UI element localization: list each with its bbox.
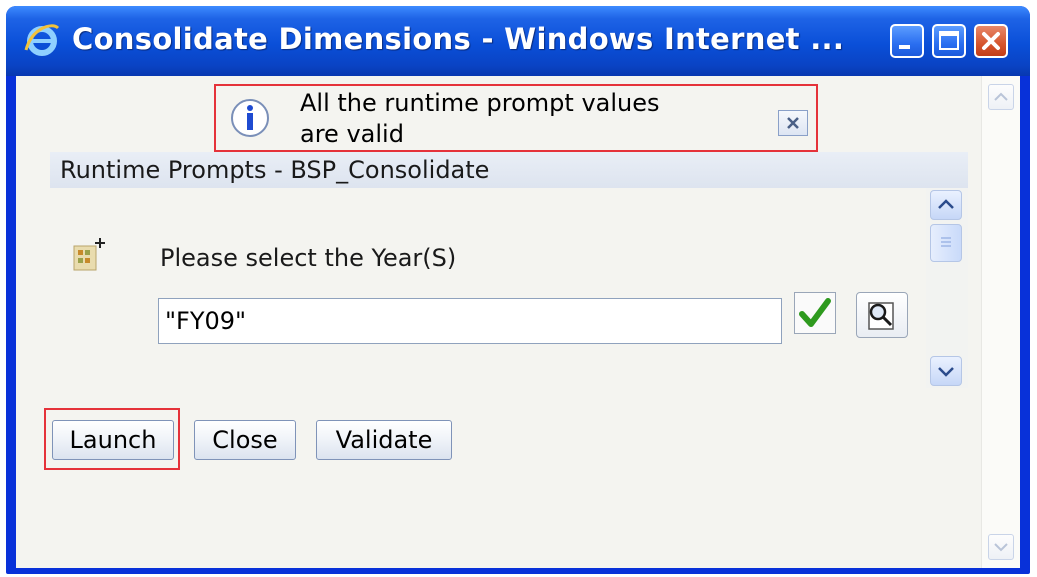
chevron-up-icon	[994, 92, 1008, 101]
browser-window: Consolidate Dimensions - Windows Interne…	[6, 6, 1030, 574]
validate-prompt-button[interactable]	[794, 292, 836, 334]
prompt-scroll-thumb[interactable]	[930, 224, 962, 262]
close-button[interactable]: Close	[194, 420, 296, 460]
minimize-icon	[899, 45, 910, 49]
minimize-button[interactable]	[890, 24, 924, 58]
internet-explorer-icon	[24, 24, 60, 56]
chevron-up-icon	[938, 199, 954, 209]
chevron-down-icon	[938, 367, 954, 377]
maximize-icon	[939, 31, 959, 50]
dialog-content: All the runtime prompt values are valid …	[16, 76, 1020, 568]
prompt-scroll-up-button[interactable]	[930, 190, 962, 220]
year-input[interactable]	[158, 298, 782, 344]
prompt-scroll-down-button[interactable]	[930, 356, 962, 386]
page-scroll-up-button[interactable]	[988, 84, 1014, 110]
window-title: Consolidate Dimensions - Windows Interne…	[72, 22, 845, 56]
close-window-button[interactable]	[974, 24, 1008, 58]
title-bar[interactable]: Consolidate Dimensions - Windows Interne…	[6, 6, 1030, 76]
chevron-down-icon	[994, 543, 1008, 552]
close-x-icon	[787, 117, 799, 129]
close-icon	[982, 32, 1000, 50]
grip-icon	[941, 237, 951, 247]
prompt-label: Please select the Year(S)	[160, 244, 457, 272]
validation-message: All the runtime prompt values are valid	[214, 84, 818, 152]
page-scrollbar[interactable]	[981, 76, 1020, 568]
section-title: Runtime Prompts - BSP_Consolidate	[60, 156, 490, 184]
member-select-icon	[73, 238, 105, 271]
message-line-1: All the runtime prompt values	[300, 89, 660, 117]
launch-button[interactable]: Launch	[52, 420, 174, 460]
checkmark-icon	[799, 298, 831, 327]
maximize-button[interactable]	[932, 24, 966, 58]
message-text: All the runtime prompt values are valid	[300, 88, 660, 150]
dismiss-message-button[interactable]	[778, 110, 808, 136]
section-header: Runtime Prompts - BSP_Consolidate	[50, 152, 968, 188]
validate-button[interactable]: Validate	[316, 420, 452, 460]
message-line-2: are valid	[300, 120, 404, 148]
page-scroll-down-button[interactable]	[988, 534, 1014, 560]
member-lookup-button[interactable]	[856, 292, 908, 338]
info-icon	[231, 99, 269, 137]
member-lookup-icon	[868, 302, 894, 330]
prompt-scrollbar[interactable]	[926, 188, 968, 388]
